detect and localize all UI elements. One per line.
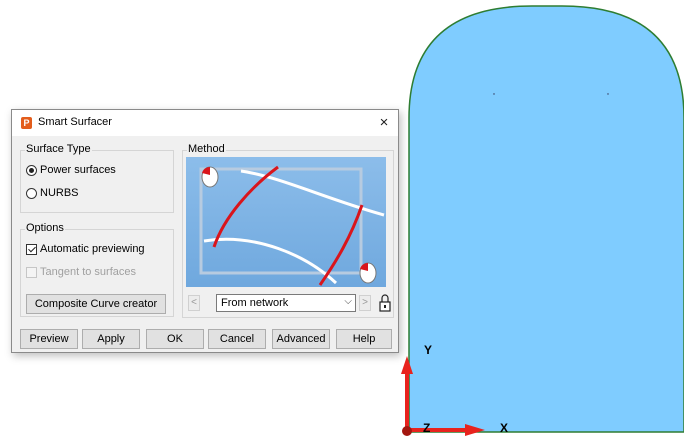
apply-button[interactable]: Apply xyxy=(82,329,140,349)
mouse-icon-bottom-right xyxy=(359,262,377,284)
advanced-button[interactable]: Advanced xyxy=(272,329,330,349)
mouse-icon-top-left xyxy=(201,166,219,188)
tangent-to-surfaces-box xyxy=(26,266,37,278)
radio-power-surfaces[interactable]: Power surfaces xyxy=(26,164,116,176)
y-axis-label: Y xyxy=(424,343,432,357)
tangent-to-surfaces-checkbox: Tangent to surfaces xyxy=(26,266,136,278)
surface-point xyxy=(493,93,495,95)
radio-nurbs[interactable]: NURBS xyxy=(26,187,79,199)
x-axis-line xyxy=(409,428,467,432)
y-axis-line xyxy=(405,372,409,430)
radio-power-surfaces-label: Power surfaces xyxy=(40,164,116,176)
tangent-to-surfaces-label: Tangent to surfaces xyxy=(40,266,137,278)
powershape-app-icon: P xyxy=(21,117,32,129)
surface-type-label: Surface Type xyxy=(25,143,92,155)
options-label: Options xyxy=(25,222,65,234)
radio-power-surfaces-indicator[interactable] xyxy=(26,164,37,176)
dialog-titlebar[interactable]: P Smart Surfacer × xyxy=(12,110,398,136)
chevron-down-icon[interactable]: ⌵ xyxy=(344,296,352,307)
lock-icon[interactable] xyxy=(376,293,394,313)
surface-type-group xyxy=(20,150,174,213)
method-label: Method xyxy=(187,143,226,155)
smart-surfacer-dialog: P Smart Surfacer × Surface Type Power su… xyxy=(11,109,399,353)
previous-method-button[interactable]: < xyxy=(188,295,200,311)
x-axis-label: X xyxy=(500,421,508,435)
automatic-previewing-box[interactable] xyxy=(26,243,37,255)
automatic-previewing-checkbox[interactable]: Automatic previewing xyxy=(26,243,145,255)
axis-origin xyxy=(402,426,412,436)
dialog-title: Smart Surfacer xyxy=(38,116,112,128)
radio-nurbs-indicator[interactable] xyxy=(26,187,37,199)
automatic-previewing-label: Automatic previewing xyxy=(40,243,145,255)
method-select[interactable]: From network ⌵ xyxy=(216,294,356,312)
method-select-value: From network xyxy=(221,297,289,309)
cancel-button[interactable]: Cancel xyxy=(208,329,266,349)
method-preview-image xyxy=(186,157,386,287)
z-axis-label: Z xyxy=(423,421,430,435)
surface-point xyxy=(607,93,609,95)
help-button[interactable]: Help xyxy=(336,329,392,349)
close-icon[interactable]: × xyxy=(370,110,398,136)
next-method-button[interactable]: > xyxy=(359,295,371,311)
composite-curve-creator-button[interactable]: Composite Curve creator xyxy=(26,294,166,314)
surface-shape xyxy=(408,5,684,433)
radio-nurbs-label: NURBS xyxy=(40,187,79,199)
preview-button[interactable]: Preview xyxy=(20,329,78,349)
ok-button[interactable]: OK xyxy=(146,329,204,349)
